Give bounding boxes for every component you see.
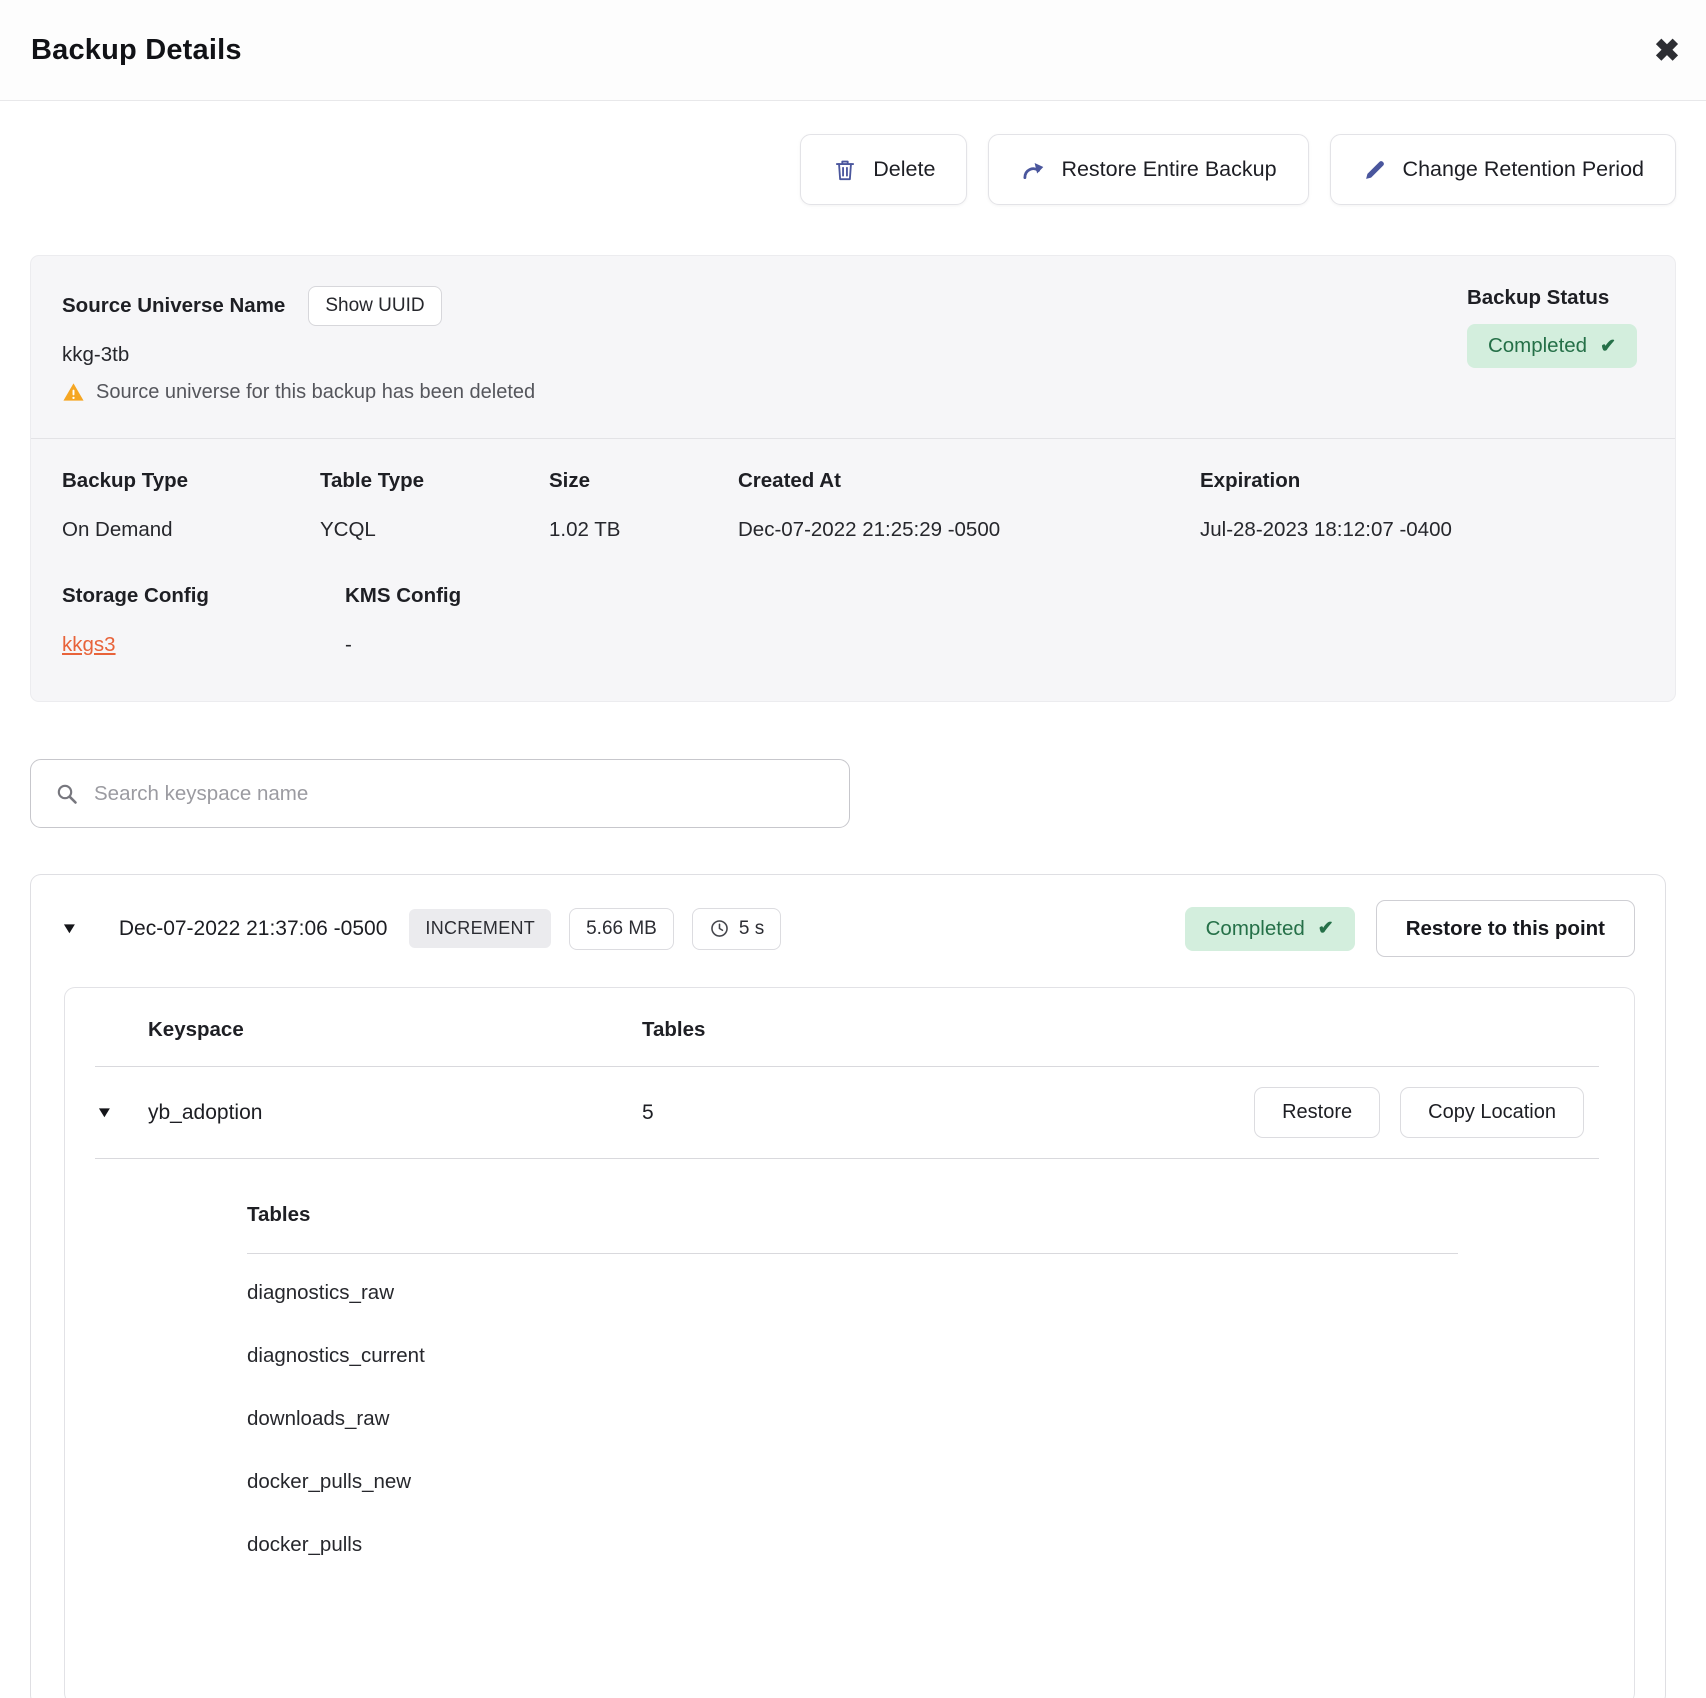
expiration-label: Expiration xyxy=(1200,469,1644,493)
check-icon: ✔ xyxy=(1318,917,1334,940)
tables-subheader: Tables xyxy=(247,1203,1458,1227)
backup-status-label: Backup Status xyxy=(1467,286,1637,310)
source-universe-block: Source Universe Name Show UUID kkg-3tb S… xyxy=(62,286,535,404)
increment-duration-text: 5 s xyxy=(739,918,764,940)
keyspace-tables-section: Tables diagnostics_raw diagnostics_curre… xyxy=(247,1159,1458,1569)
table-list-item: diagnostics_raw xyxy=(247,1266,1458,1317)
check-icon: ✔ xyxy=(1600,335,1616,358)
storage-config-link[interactable]: kkgs3 xyxy=(62,633,116,656)
backup-status-block: Backup Status Completed ✔ xyxy=(1467,286,1637,404)
tables-subdivider xyxy=(247,1253,1458,1254)
backup-status-text: Completed xyxy=(1488,334,1587,358)
increment-duration-badge: 5 s xyxy=(692,908,781,950)
delete-button-label: Delete xyxy=(873,157,935,182)
clock-icon xyxy=(709,918,730,939)
increment-status-badge: Completed ✔ xyxy=(1185,907,1355,951)
table-type-value: YCQL xyxy=(320,518,549,542)
size-value: 1.02 TB xyxy=(549,518,738,542)
created-at-label: Created At xyxy=(738,469,1200,493)
increment-backup-card: ▼ Dec-07-2022 21:37:06 -0500 INCREMENT 5… xyxy=(30,874,1666,1698)
restore-button[interactable]: Restore xyxy=(1254,1087,1380,1138)
show-uuid-button[interactable]: Show UUID xyxy=(308,286,441,326)
increment-timestamp: Dec-07-2022 21:37:06 -0500 xyxy=(119,917,388,941)
field-created-at: Created At Dec-07-2022 21:25:29 -0500 xyxy=(738,469,1200,542)
tables-list: diagnostics_raw diagnostics_current down… xyxy=(247,1266,1458,1569)
trash-icon xyxy=(832,157,858,183)
keyspace-table-card: Keyspace Tables ▼ yb_adoption 5 Restore … xyxy=(64,987,1635,1698)
increment-status-text: Completed xyxy=(1206,917,1305,941)
storage-config-label: Storage Config xyxy=(62,584,345,608)
backup-status-badge: Completed ✔ xyxy=(1467,324,1637,368)
source-universe-label: Source Universe Name xyxy=(62,294,285,318)
field-table-type: Table Type YCQL xyxy=(320,469,549,542)
search-icon xyxy=(55,782,79,806)
keyspace-search-box xyxy=(30,759,850,828)
field-size: Size 1.02 TB xyxy=(549,469,738,542)
copy-location-button[interactable]: Copy Location xyxy=(1400,1087,1584,1138)
field-expiration: Expiration Jul-28-2023 18:12:07 -0400 xyxy=(1200,469,1644,542)
backup-type-label: Backup Type xyxy=(62,469,320,493)
kms-config-value: - xyxy=(345,633,1644,657)
field-backup-type: Backup Type On Demand xyxy=(62,469,320,542)
restore-to-this-point-button[interactable]: Restore to this point xyxy=(1376,900,1635,957)
restore-arrow-icon xyxy=(1020,157,1046,183)
kms-config-label: KMS Config xyxy=(345,584,1644,608)
chevron-down-icon[interactable]: ▼ xyxy=(60,920,79,937)
field-kms-config: KMS Config - xyxy=(345,584,1644,657)
universe-deleted-warning: Source universe for this backup has been… xyxy=(96,381,535,404)
expiration-value: Jul-28-2023 18:12:07 -0400 xyxy=(1200,518,1644,542)
field-storage-config: Storage Config kkgs3 xyxy=(62,584,345,657)
keyspace-table-header: Keyspace Tables xyxy=(65,988,1634,1066)
warning-triangle-icon xyxy=(62,381,85,404)
universe-name: kkg-3tb xyxy=(62,343,535,367)
created-at-value: Dec-07-2022 21:25:29 -0500 xyxy=(738,518,1200,542)
change-retention-period-label: Change Retention Period xyxy=(1403,157,1644,182)
modal-header: Backup Details ✖ xyxy=(0,0,1706,101)
delete-button[interactable]: Delete xyxy=(800,134,967,205)
increment-size-badge: 5.66 MB xyxy=(569,908,674,950)
action-buttons-row: Delete Restore Entire Backup Change Rete… xyxy=(30,134,1676,205)
backup-summary-panel: Source Universe Name Show UUID kkg-3tb S… xyxy=(30,255,1676,702)
tables-column-header: Tables xyxy=(642,1018,705,1042)
backup-type-value: On Demand xyxy=(62,518,320,542)
page-title: Backup Details xyxy=(31,34,242,67)
table-list-item: downloads_raw xyxy=(247,1392,1458,1443)
restore-entire-backup-label: Restore Entire Backup xyxy=(1061,157,1276,182)
table-list-item: docker_pulls_new xyxy=(247,1455,1458,1506)
table-row-yb-adoption: ▼ yb_adoption 5 Restore Copy Location xyxy=(65,1067,1634,1158)
close-icon[interactable]: ✖ xyxy=(1654,35,1680,66)
keyspace-table-count: 5 xyxy=(642,1101,1254,1125)
table-list-item: diagnostics_current xyxy=(247,1329,1458,1380)
size-label: Size xyxy=(549,469,738,493)
keyspace-column-header: Keyspace xyxy=(148,1018,642,1042)
keyspace-name: yb_adoption xyxy=(148,1101,642,1125)
table-list-item: docker_pulls xyxy=(247,1518,1458,1569)
table-type-label: Table Type xyxy=(320,469,549,493)
change-retention-period-button[interactable]: Change Retention Period xyxy=(1330,134,1676,205)
search-input[interactable] xyxy=(94,760,849,827)
chevron-down-icon[interactable]: ▼ xyxy=(95,1104,114,1121)
increment-header-row: ▼ Dec-07-2022 21:37:06 -0500 INCREMENT 5… xyxy=(31,875,1665,981)
restore-entire-backup-button[interactable]: Restore Entire Backup xyxy=(988,134,1308,205)
pencil-icon xyxy=(1362,157,1388,183)
increment-type-badge: INCREMENT xyxy=(409,909,551,948)
